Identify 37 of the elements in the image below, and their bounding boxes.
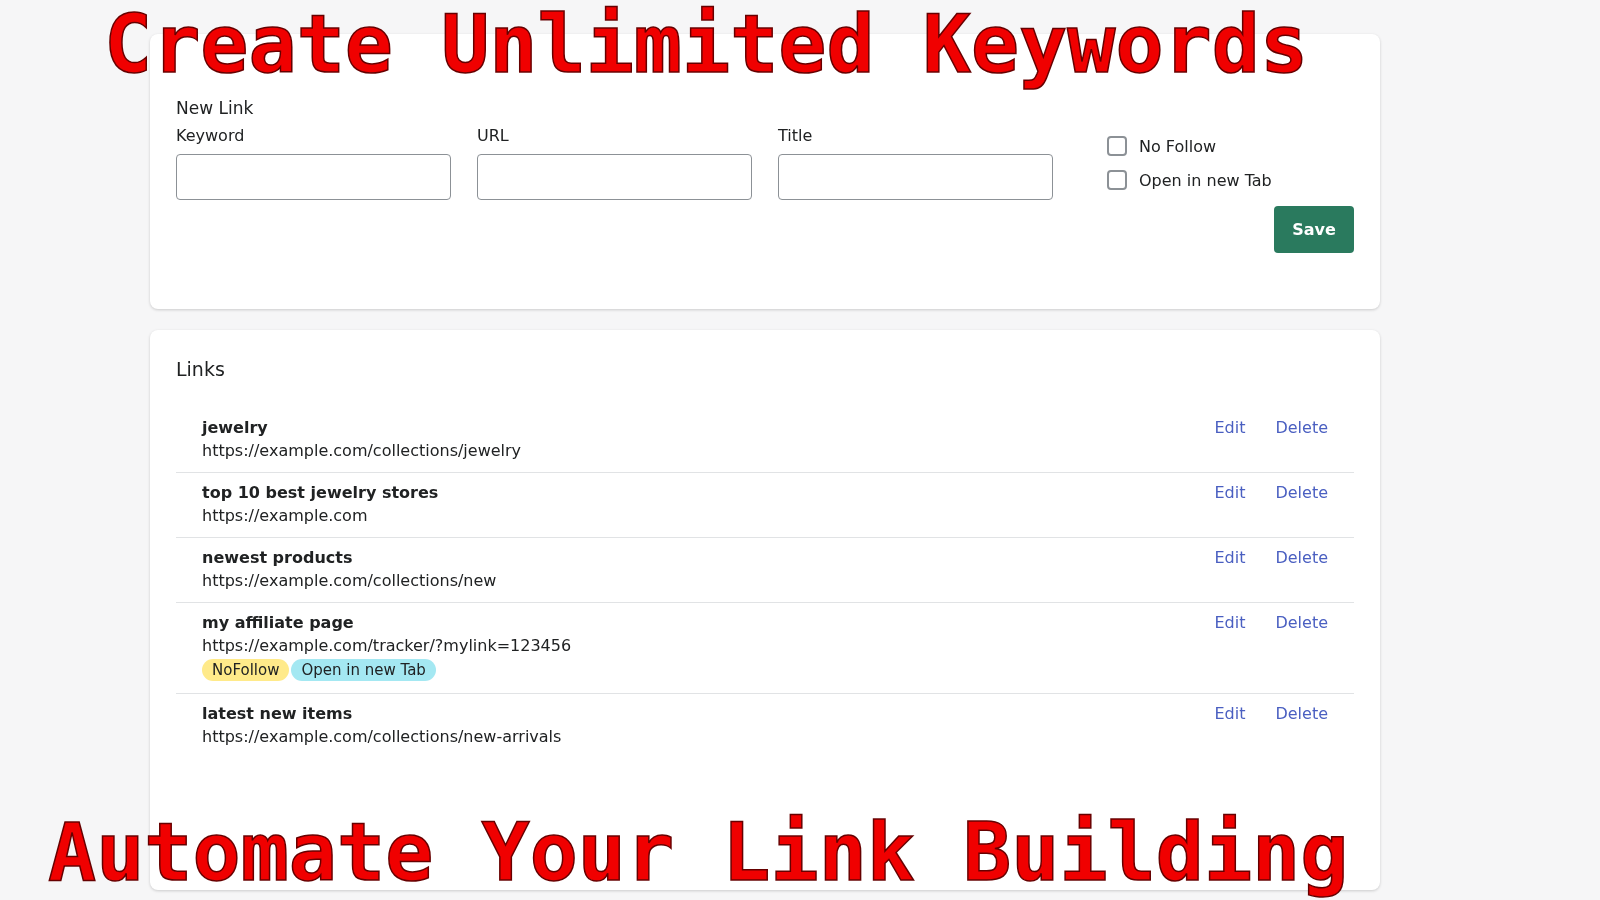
checkbox[interactable] (1107, 136, 1127, 156)
field-label: Title (778, 126, 814, 145)
link-url: https://example.com (202, 506, 369, 525)
save-button[interactable]: Save (1274, 206, 1354, 253)
checkbox-label: Open in new Tab (1139, 170, 1272, 190)
link-keyword: top 10 best jewelry stores (202, 483, 439, 502)
action-link[interactable]: Delete (1275, 483, 1328, 525)
field-label: URL (477, 126, 510, 145)
action-link[interactable]: Edit (1214, 704, 1246, 746)
headline: Automate Your Link Building (47, 808, 1350, 898)
link-keyword: latest new items (202, 704, 354, 723)
action-link[interactable]: Delete (1275, 548, 1328, 590)
link-url: https://example.com/collections/new (202, 571, 497, 590)
link-url: https://example.com/collections/new-arrivals (202, 727, 562, 746)
action-link[interactable]: Delete (1275, 418, 1328, 460)
link-keyword: my affiliate page (202, 613, 355, 632)
tag: Open in new Tab (291, 659, 436, 681)
action-link[interactable]: Edit (1214, 418, 1246, 460)
action-link[interactable]: Edit (1214, 613, 1246, 681)
action-link[interactable]: Delete (1275, 613, 1328, 681)
link-keyword: newest products (202, 548, 354, 567)
tag: NoFollow (202, 659, 290, 681)
input-field[interactable] (477, 154, 752, 200)
link-url: https://example.com/tracker/?mylink=123456 (202, 636, 572, 655)
link-keyword: jewelry (202, 418, 269, 437)
link-url: https://example.com/collections/jewelry (202, 441, 522, 460)
action-link[interactable]: Edit (1214, 548, 1246, 590)
action-link[interactable]: Delete (1275, 704, 1328, 746)
headline: Create Unlimited Keywords (103, 0, 1310, 90)
input-field[interactable] (778, 154, 1053, 200)
input-field[interactable] (176, 154, 451, 200)
card-title: New Link (176, 98, 255, 120)
card-title: Links (176, 358, 226, 380)
checkbox-label: No Follow (1139, 136, 1217, 156)
action-link[interactable]: Edit (1214, 483, 1246, 525)
field-label: Keyword (176, 126, 246, 145)
checkbox[interactable] (1107, 170, 1127, 190)
